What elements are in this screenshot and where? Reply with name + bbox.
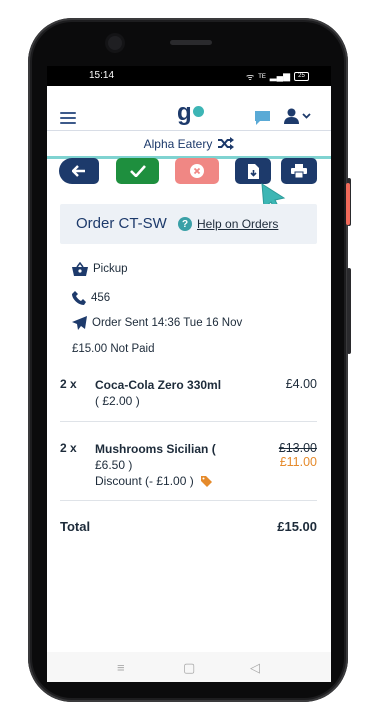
print-button[interactable] (281, 158, 317, 184)
item-title: Mushrooms Sicilian ( (95, 442, 216, 456)
app-logo: g (177, 99, 204, 126)
logo-dot (192, 105, 204, 117)
divider (60, 500, 317, 501)
item-price: £4.00 (285, 377, 317, 391)
item-price: £13.00 £11.00 (279, 441, 317, 469)
back-button[interactable] (59, 158, 99, 184)
item-new-price: £11.00 (279, 455, 317, 469)
chevron-down-icon (302, 113, 311, 119)
item-title: Coca-Cola Zero 330ml (95, 378, 222, 392)
battery-icon: 25 (294, 72, 309, 81)
nav-back-button[interactable]: ◁ (250, 660, 260, 676)
tag-icon (201, 476, 213, 488)
status-bar: 15:14 ᯤ ᵀᴱ ▂▄▆ 25 (47, 66, 331, 86)
paper-plane-icon (72, 316, 87, 330)
venue-selector[interactable]: Alpha Eatery (47, 130, 331, 159)
status-time: 15:14 (89, 70, 115, 81)
phone-number: 456 (91, 292, 111, 304)
screen: 15:14 ᯤ ᵀᴱ ▂▄▆ 25 g Alpha Eatery Order C… (47, 66, 331, 682)
help-link[interactable]: ? Help on Orders (178, 217, 278, 231)
file-download-icon (248, 163, 259, 179)
help-label: Help on Orders (197, 217, 279, 231)
basket-icon (72, 262, 88, 276)
arrow-left-icon (72, 165, 85, 177)
status-icons: ᯤ ᵀᴱ ▂▄▆ 25 (246, 70, 309, 83)
recents-button[interactable]: ≡ (117, 660, 125, 675)
total-label: Total (60, 519, 91, 534)
phone-row: 456 (72, 291, 110, 305)
phone-icon (72, 291, 86, 305)
menu-icon[interactable] (60, 112, 76, 124)
user-menu-icon[interactable] (284, 108, 311, 124)
item-discount: Discount (- £1.00 ) (95, 474, 194, 488)
fulfilment-text: Pickup (93, 263, 128, 275)
printer-icon (291, 164, 307, 178)
order-header: Order CT-SW ? Help on Orders (60, 204, 317, 244)
power-button (347, 268, 351, 354)
item-name: Coca-Cola Zero 330ml ( £2.00 ) (95, 377, 225, 409)
front-camera (108, 36, 122, 50)
sent-text: Order Sent 14:36 Tue 16 Nov (92, 317, 243, 329)
divider (60, 421, 317, 422)
order-title: Order CT-SW (76, 215, 167, 232)
home-button[interactable]: ▢ (183, 660, 195, 676)
item-unit-price: ( £2.00 ) (95, 394, 140, 408)
sent-row: Order Sent 14:36 Tue 16 Nov (72, 316, 242, 330)
order-actions (59, 158, 317, 184)
reject-button[interactable] (175, 158, 219, 184)
network-type-icon: ᵀᴱ (258, 71, 266, 82)
earpiece-speaker (170, 40, 212, 45)
chat-icon[interactable] (254, 110, 271, 131)
item-name: Mushrooms Sicilian ( £6.50 ) Discount (-… (95, 441, 225, 489)
total-value: £15.00 (277, 519, 317, 534)
help-icon: ? (178, 217, 192, 231)
checkmark-icon (129, 165, 146, 177)
signal-bars-icon: ▂▄▆ (269, 71, 290, 81)
item-qty: 2 x (60, 441, 77, 455)
item-unit-price: £6.50 ) (95, 458, 133, 472)
item-old-price: £13.00 (278, 441, 317, 455)
download-button[interactable] (235, 158, 271, 184)
item-qty: 2 x (60, 377, 77, 391)
android-nav-bar: ≡ ▢ ◁ (47, 652, 331, 682)
wifi-icon: ᯤ (245, 72, 255, 82)
close-circle-icon (190, 164, 204, 178)
shuffle-icon (218, 137, 235, 150)
venue-name: Alpha Eatery (143, 136, 213, 151)
accept-button[interactable] (116, 158, 159, 184)
side-accent (346, 183, 350, 225)
fulfilment-row: Pickup (72, 262, 128, 276)
logo-letter: g (177, 99, 192, 126)
payment-status: £15.00 Not Paid (72, 343, 155, 355)
app-header: g (47, 86, 331, 130)
